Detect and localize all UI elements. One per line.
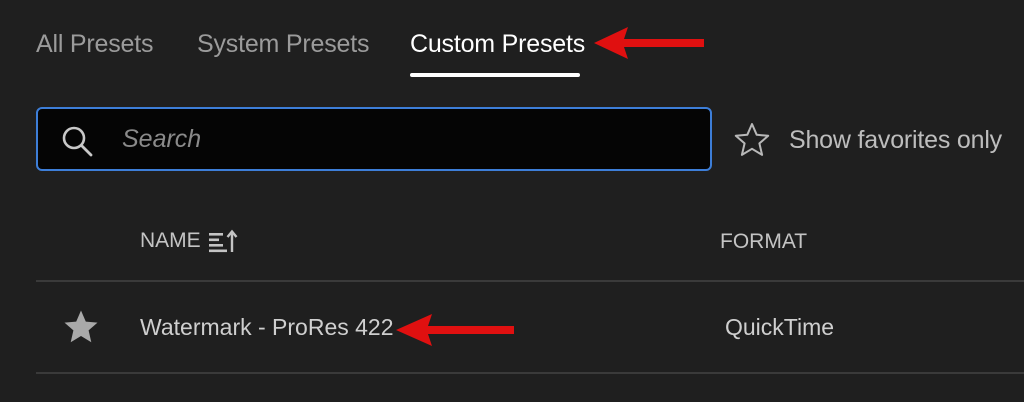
sort-ascending-icon[interactable] <box>205 228 239 254</box>
preset-name: Watermark - ProRes 422 <box>140 314 394 340</box>
arrow-to-preset-row <box>396 314 514 346</box>
presets-panel: All Presets System Presets Custom Preset… <box>0 0 1024 402</box>
row-divider <box>36 372 1024 374</box>
search-icon <box>62 126 93 157</box>
column-header-name[interactable]: NAME <box>140 228 239 254</box>
preset-format: QuickTime <box>725 314 835 340</box>
column-header-name-label: NAME <box>140 229 201 252</box>
active-tab-indicator <box>410 73 580 77</box>
search-input[interactable] <box>122 121 692 157</box>
show-favorites-toggle[interactable]: Show favorites only <box>733 120 1002 160</box>
tab-custom-presets[interactable]: Custom Presets <box>410 28 585 60</box>
column-header-format[interactable]: FORMAT <box>720 230 807 254</box>
tab-all-presets[interactable]: All Presets <box>36 28 153 60</box>
star-outline-icon[interactable] <box>733 121 771 159</box>
tab-system-presets[interactable]: System Presets <box>197 28 369 60</box>
show-favorites-label: Show favorites only <box>789 125 1002 154</box>
table-row[interactable]: Watermark - ProRes 422 QuickTime <box>36 282 1024 372</box>
favorite-star-icon[interactable] <box>62 308 100 346</box>
arrow-to-custom-presets-tab <box>594 27 704 59</box>
search-field[interactable] <box>36 107 712 171</box>
